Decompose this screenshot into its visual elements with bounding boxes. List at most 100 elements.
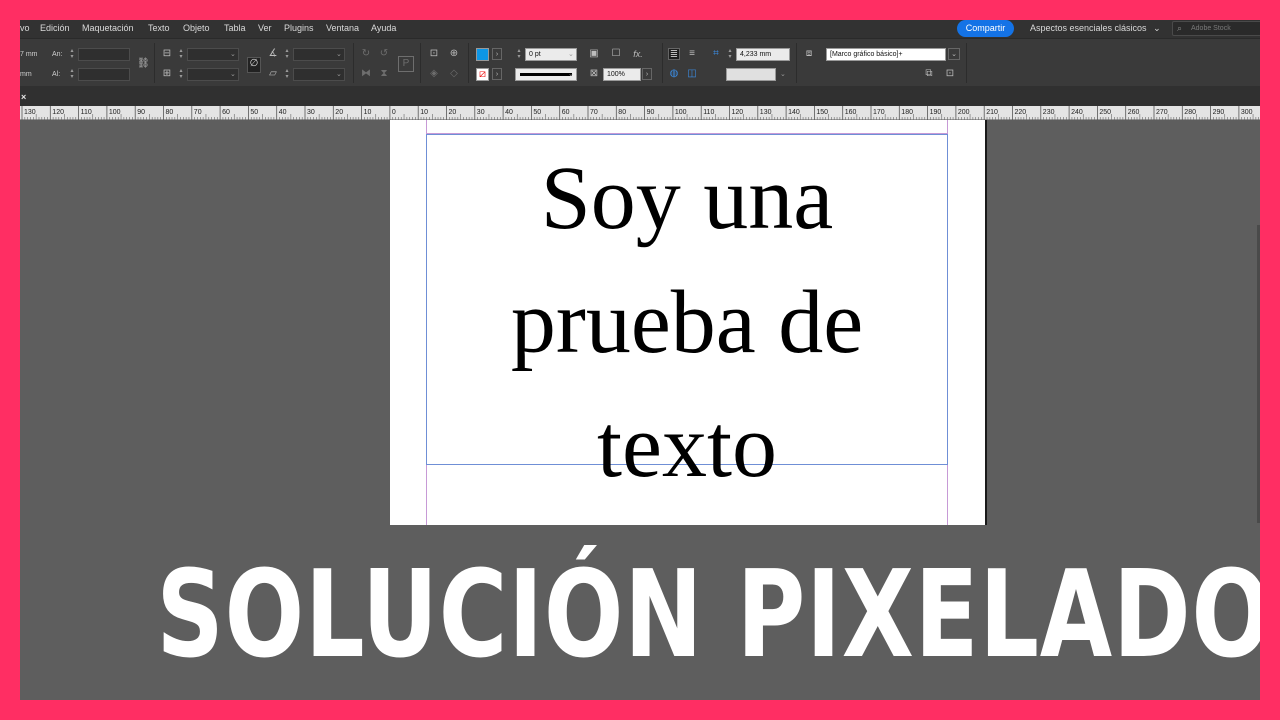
horizontal-ruler[interactable]: 130 120 110 100 90 80 70 60 50 40 30 20 10 0 10 20 30 40 5… xyxy=(20,106,1260,120)
app-window: vo Edición Maquetación Texto Objeto Tabl… xyxy=(20,20,1260,700)
ruler-label: 120 xyxy=(52,109,64,116)
object-style-select[interactable]: [Marco gráfico básico]+ xyxy=(826,48,946,61)
scale-y-icon: ⊞ xyxy=(162,68,172,79)
x-position-value[interactable]: 7 mm xyxy=(20,51,38,58)
y-position-value[interactable]: mm xyxy=(20,71,32,78)
constrain-proportions-icon[interactable]: ∅ xyxy=(247,57,261,73)
new-style-icon[interactable]: ⊡ xyxy=(944,68,956,80)
link-icon[interactable]: ⛓ xyxy=(137,58,150,70)
gutter-stepper[interactable]: ▴ ▾ xyxy=(726,48,734,61)
scale-y-stepper[interactable]: ▴ ▾ xyxy=(177,68,185,81)
chevron-down-icon[interactable]: ⌄ xyxy=(948,48,960,60)
ruler-label: 120 xyxy=(732,109,744,116)
ruler-label: 150 xyxy=(816,109,828,116)
divider xyxy=(420,43,421,83)
shear-stepper[interactable]: ▴ ▾ xyxy=(283,68,291,81)
text-line: prueba de xyxy=(510,273,864,372)
ruler-label: 300 xyxy=(1241,109,1253,116)
chevron-right-icon[interactable]: › xyxy=(492,68,502,80)
rotate-cw-icon[interactable]: ↻ xyxy=(360,48,372,60)
ruler-label: 290 xyxy=(1213,109,1225,116)
workspace-label: Aspectos esenciales clásicos xyxy=(1030,23,1147,33)
menu-ventana[interactable]: Ventana xyxy=(326,23,359,33)
rotate-angle-icon: ∡ xyxy=(268,48,278,59)
ruler-label: 80 xyxy=(166,109,174,116)
select-previous-icon[interactable]: ◈ xyxy=(428,68,440,80)
ruler-label: 140 xyxy=(788,109,800,116)
text-frame[interactable]: Soy una prueba de texto xyxy=(426,134,948,496)
stroke-type-preview xyxy=(520,73,572,76)
rotate-stepper[interactable]: ▴ ▾ xyxy=(283,48,291,61)
reference-point-icon[interactable]: P xyxy=(398,56,414,72)
chevron-right-icon[interactable]: › xyxy=(492,48,502,60)
height-stepper[interactable]: ▴ ▾ xyxy=(68,68,76,81)
overlay-title: SOLUCIÓN PIXELADO xyxy=(156,546,1260,685)
ruler-label: 30 xyxy=(477,109,485,116)
menu-edicion[interactable]: Edición xyxy=(40,23,70,33)
menu-ver[interactable]: Ver xyxy=(258,23,272,33)
ruler-label: 70 xyxy=(194,109,202,116)
ruler-label: 280 xyxy=(1184,109,1196,116)
ruler-label: 170 xyxy=(873,109,885,116)
select-content-icon[interactable]: ⊕ xyxy=(448,48,460,60)
ruler-label: 60 xyxy=(562,109,570,116)
chevron-down-icon[interactable]: ⌄ xyxy=(336,70,342,78)
ruler-label: 210 xyxy=(986,109,998,116)
clear-overrides-icon[interactable]: ⧉ xyxy=(923,68,935,80)
close-icon[interactable]: × xyxy=(21,92,26,102)
text-line: texto xyxy=(597,397,777,496)
ruler-label: 40 xyxy=(505,109,513,116)
height-field[interactable] xyxy=(78,68,130,81)
flip-horizontal-icon[interactable]: ⧓ xyxy=(360,68,372,80)
workspace-select[interactable]: Aspectos esenciales clásicos ⌄ xyxy=(1030,23,1161,34)
opacity-icon: ⊠ xyxy=(589,68,599,79)
rotate-ccw-icon[interactable]: ↺ xyxy=(378,48,390,60)
share-button[interactable]: Compartir xyxy=(957,20,1014,37)
document-page[interactable]: Soy una prueba de texto xyxy=(390,120,985,525)
menu-maquetacion[interactable]: Maquetación xyxy=(82,23,134,33)
stock-search-input[interactable]: ⌕ Adobe Stock xyxy=(1172,21,1260,36)
ruler-label: 90 xyxy=(647,109,655,116)
align-top-icon[interactable]: ≣ xyxy=(668,48,680,60)
chevron-down-icon[interactable]: ⌄ xyxy=(230,70,236,78)
chevron-down-icon[interactable]: ⌄ xyxy=(336,50,342,58)
ruler-label: 10 xyxy=(420,109,428,116)
frame-fitting-icon[interactable]: ☐ xyxy=(610,48,622,60)
width-label: An: xyxy=(52,51,63,58)
text-frame-content[interactable]: Soy una prueba de texto xyxy=(427,137,947,509)
chevron-right-icon[interactable]: › xyxy=(642,68,652,80)
width-field[interactable] xyxy=(78,48,130,61)
menu-tabla[interactable]: Tabla xyxy=(224,23,246,33)
fill-swatch[interactable] xyxy=(476,48,489,61)
ruler-label: 20 xyxy=(449,109,457,116)
menu-ayuda[interactable]: Ayuda xyxy=(371,23,396,33)
chevron-down-icon[interactable]: ⌄ xyxy=(780,70,786,78)
scale-x-stepper[interactable]: ▴ ▾ xyxy=(177,48,185,61)
shear-angle-icon: ▱ xyxy=(269,68,277,79)
drop-shadow-icon[interactable]: ▣ xyxy=(588,48,600,60)
menu-objeto[interactable]: Objeto xyxy=(183,23,210,33)
wrap-bounding-icon[interactable]: ◫ xyxy=(686,68,698,80)
text-wrap-icon[interactable]: ◍ xyxy=(668,68,680,80)
column-gutter-field[interactable]: 4,233 mm xyxy=(736,48,790,61)
chevron-down-icon[interactable]: ⌄ xyxy=(568,70,574,78)
menu-archivo[interactable]: vo xyxy=(20,23,30,33)
vertical-scrollbar[interactable] xyxy=(1257,225,1260,523)
scale-x-icon: ⊟ xyxy=(162,48,172,59)
swatch-select[interactable] xyxy=(726,68,776,81)
effects-icon[interactable]: fx. xyxy=(632,48,644,60)
chevron-down-icon[interactable]: ⌄ xyxy=(568,50,574,58)
select-container-icon[interactable]: ⊡ xyxy=(428,48,440,60)
stroke-weight-stepper[interactable]: ▴ ▾ xyxy=(515,48,523,61)
flip-vertical-icon[interactable]: ⧗ xyxy=(378,68,390,80)
stroke-swatch[interactable]: ⧄ xyxy=(476,68,489,81)
select-next-icon[interactable]: ◇ xyxy=(448,68,460,80)
ruler-label: 10 xyxy=(364,109,372,116)
chevron-down-icon[interactable]: ⌄ xyxy=(230,50,236,58)
width-stepper[interactable]: ▴ ▾ xyxy=(68,48,76,61)
menu-texto[interactable]: Texto xyxy=(148,23,170,33)
align-center-icon[interactable]: ≡ xyxy=(686,48,698,60)
menu-plugins[interactable]: Plugins xyxy=(284,23,314,33)
opacity-field[interactable]: 100% xyxy=(603,68,641,81)
ruler-label: 70 xyxy=(590,109,598,116)
